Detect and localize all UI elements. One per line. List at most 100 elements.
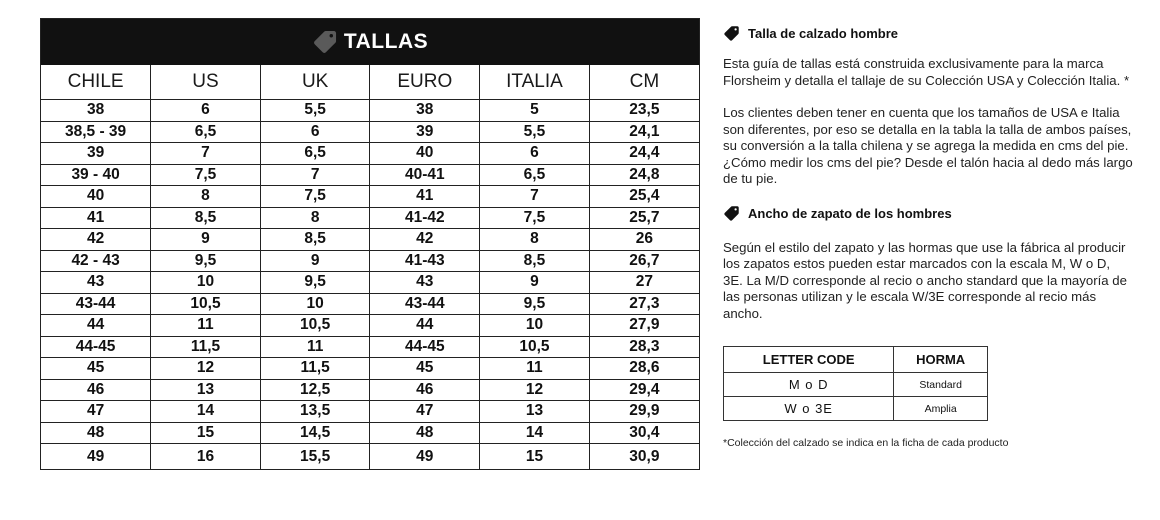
size-cell-euro: 44-45: [369, 336, 480, 358]
section-heading-talla: Talla de calzado hombre: [723, 25, 1133, 42]
size-cell-uk: 8: [259, 207, 370, 229]
size-cell-euro: 40-41: [369, 164, 480, 186]
size-cell-euro: 41-43: [369, 250, 480, 272]
size-cell-italia: 6,5: [479, 164, 590, 186]
size-cell-us: 9,5: [150, 250, 261, 272]
size-cell-us: 7,5: [150, 164, 261, 186]
width-table-row: M o D Standard: [722, 372, 988, 397]
size-cell-chile: 41: [41, 207, 151, 229]
size-cell-cm: 28,6: [588, 357, 699, 380]
size-cell-chile: 47: [41, 400, 151, 423]
size-cell-euro: 38: [369, 99, 480, 122]
size-cell-uk: 6: [259, 121, 370, 143]
width-table: LETTER CODE HORMA M o D Standard W o 3E …: [722, 346, 988, 421]
size-cell-uk: 8,5: [259, 228, 370, 251]
size-cell-chile: 39 - 40: [41, 164, 151, 186]
size-cell-uk: 10: [259, 293, 370, 315]
width-table-code: W o 3E: [722, 396, 895, 421]
size-cell-italia: 10: [479, 314, 590, 337]
size-cell-chile: 44: [41, 314, 151, 337]
size-cell-chile: 49: [86, 447, 105, 465]
table-row: 47 14 13,5 47 13 29,9: [41, 400, 699, 423]
size-cell-italia: 8: [479, 228, 590, 251]
width-table-horma: Standard: [893, 372, 988, 397]
table-row: 45 12 11,5 45 11 28,6: [41, 357, 699, 380]
table-row: 43-44 10,5 10 43-44 9,5 27,3: [41, 293, 699, 315]
table-row: 49 16 15,5 49 15 30,9: [41, 443, 699, 469]
tag-icon: [724, 26, 739, 41]
size-cell-euro: 40: [369, 142, 480, 165]
size-cell-chile: 39: [41, 142, 151, 165]
section-heading-ancho: Ancho de zapato de los hombres: [723, 205, 1133, 222]
size-cell-chile: 48: [41, 422, 151, 444]
size-cell-italia: 9: [479, 271, 590, 294]
size-cell-euro: 48: [369, 422, 480, 444]
size-grid-body: 38 6 5,5 38 5 23,5 38,5 - 39 6,5 6 39 5,5 24,1 39 7 6,…: [41, 99, 699, 469]
size-cell-italia: 12: [479, 379, 590, 401]
table-row: 46 13 12,5 46 12 29,4: [41, 379, 699, 401]
table-row: 42 9 8,5 42 8 26: [41, 228, 699, 251]
size-cell-chile: 45: [41, 357, 151, 380]
table-row: 38 6 5,5 38 5 23,5: [41, 99, 699, 122]
column-header-euro: EURO: [369, 65, 480, 100]
column-header-us: US: [150, 65, 261, 100]
paragraph-medir: ¿Cómo medir los cms del pie? Desde el ta…: [723, 154, 1133, 187]
size-cell-euro: 44: [369, 314, 480, 337]
size-cell-italia: 6: [479, 142, 590, 165]
size-cell-italia: 5: [479, 99, 590, 122]
size-cell-italia: 13: [479, 400, 590, 423]
size-cell-uk: 9: [259, 250, 370, 272]
size-cell-us: 6: [150, 99, 261, 122]
size-cell-italia: 7: [479, 185, 590, 208]
size-cell-italia: 5,5: [479, 121, 590, 143]
size-cell-uk: 14,5: [259, 422, 370, 444]
width-table-header: LETTER CODE: [722, 346, 895, 373]
size-cell-italia: 7,5: [479, 207, 590, 229]
size-cell-us: 6,5: [150, 121, 261, 143]
size-cell-us: 14: [150, 400, 261, 423]
size-cell-uk: 11,5: [259, 357, 370, 380]
size-cell-us: 7: [150, 142, 261, 165]
size-cell-euro: 45: [369, 357, 480, 380]
tag-icon: [313, 30, 336, 53]
footnote: *Colección del calzado se indica en la f…: [723, 437, 1009, 449]
size-cell-cm: 24,8: [588, 164, 699, 186]
column-header-italia: ITALIA: [479, 65, 590, 100]
size-cell-euro: 41: [369, 185, 480, 208]
size-cell-cm: 26: [588, 228, 699, 251]
column-header-cm: CM: [588, 65, 699, 100]
size-cell-chile: 40: [41, 185, 151, 208]
size-grid-header-row: CHILE US UK EURO ITALIA CM: [41, 65, 699, 100]
width-table-header-row: LETTER CODE HORMA: [722, 346, 988, 373]
size-cell-cm: 24,1: [588, 121, 699, 143]
size-cell-uk: 12,5: [259, 379, 370, 401]
size-cell-cm: 23,5: [588, 99, 699, 122]
size-cell-us: 11: [150, 314, 261, 337]
table-row: 43 10 9,5 43 9 27: [41, 271, 699, 294]
size-cell-chile: 38,5 - 39: [41, 121, 151, 143]
size-cell-italia: 10,5: [479, 336, 590, 358]
size-cell-cm: 25,7: [588, 207, 699, 229]
table-row: 48 15 14,5 48 14 30,4: [41, 422, 699, 444]
size-cell-chile: 44-45: [41, 336, 151, 358]
size-cell-euro: 47: [369, 400, 480, 423]
size-cell-cm: 30,4: [588, 422, 699, 444]
size-cell-euro: 49: [369, 443, 480, 469]
size-cell-euro: 41-42: [369, 207, 480, 229]
size-grid: CHILE US UK EURO ITALIA CM 38 6 5,5 38 5 23,5 38,5 …: [41, 65, 699, 469]
size-cell-uk: 7,5: [259, 185, 370, 208]
size-cell-euro: 43: [369, 271, 480, 294]
tag-icon: [724, 205, 739, 221]
size-cell-chile: 43: [41, 271, 151, 294]
size-cell-cm: 29,4: [588, 379, 699, 401]
size-cell-us: 15: [150, 422, 261, 444]
size-cell-italia: 9,5: [479, 293, 590, 315]
table-row: 40 8 7,5 41 7 25,4: [41, 185, 699, 208]
size-cell-cm: 27: [588, 271, 699, 294]
size-cell-cm: 30,9: [588, 443, 699, 469]
size-cell-uk: 13,5: [259, 400, 370, 423]
size-cell-italia: 11: [479, 357, 590, 380]
size-cell-uk: 5,5: [259, 99, 370, 122]
paragraph-usa-italia: Los clientes deben tener en cuenta que l…: [723, 105, 1132, 153]
size-cell-cm: 27,9: [588, 314, 699, 337]
